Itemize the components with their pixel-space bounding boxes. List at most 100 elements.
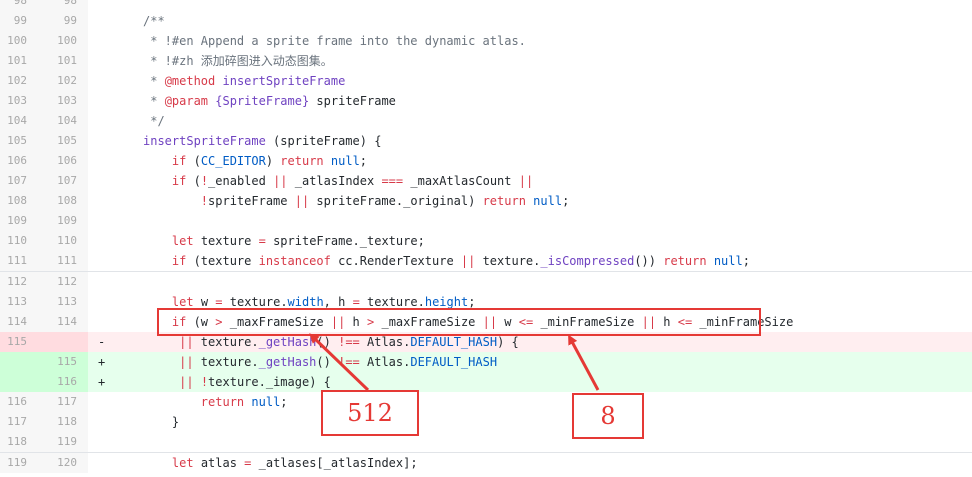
code-token: = — [352, 295, 360, 309]
code-token: () — [316, 355, 339, 369]
new-line-number[interactable]: 113 — [32, 292, 77, 312]
code-token: * !#en Append a sprite frame into the dy… — [143, 34, 526, 48]
new-line-number[interactable]: 98 — [32, 0, 77, 11]
diff-line-added: 115 + || texture._getHash() !== Atlas.DEF… — [0, 352, 972, 372]
new-line-number[interactable]: 115 — [32, 352, 77, 372]
code-token: || — [179, 335, 194, 349]
code-token: = — [258, 234, 266, 248]
code-token: let — [171, 295, 194, 309]
new-line-number[interactable]: 100 — [32, 31, 77, 51]
code-token: null — [251, 395, 281, 409]
old-line-number[interactable]: 111 — [0, 251, 27, 271]
old-line-number[interactable]: 99 — [0, 11, 27, 31]
diff-line: 109 109 — [0, 211, 972, 231]
old-line-number[interactable]: 102 — [0, 71, 27, 91]
code-token: return — [482, 194, 526, 208]
new-line-number[interactable]: 119 — [32, 432, 77, 452]
diff-line: 100 100 * !#en Append a sprite frame into… — [0, 31, 972, 51]
code-token: ( — [186, 174, 201, 188]
highlight-box — [157, 308, 761, 336]
old-line-number[interactable]: 116 — [0, 392, 27, 412]
new-line-number[interactable]: 106 — [32, 151, 77, 171]
new-line-number[interactable]: 102 — [32, 71, 77, 91]
code-line: if (CC_EDITOR) return null; — [143, 151, 367, 171]
new-line-number[interactable]: 108 — [32, 191, 77, 211]
code-token: _getHash — [258, 335, 317, 349]
old-line-number[interactable] — [0, 372, 27, 392]
old-line-number[interactable]: 108 — [0, 191, 27, 211]
code-token: if — [171, 254, 187, 268]
new-line-number[interactable]: 107 — [32, 171, 77, 191]
code-line: */ — [143, 111, 164, 131]
new-line-number[interactable]: 114 — [32, 312, 77, 332]
old-line-number[interactable]: 109 — [0, 211, 27, 231]
new-line-number[interactable]: 118 — [32, 412, 77, 432]
old-line-number[interactable]: 110 — [0, 231, 27, 251]
old-line-number[interactable]: 105 — [0, 131, 27, 151]
new-line-number[interactable] — [32, 332, 77, 352]
new-line-number[interactable]: 101 — [32, 51, 77, 71]
new-line-number[interactable]: 120 — [32, 453, 77, 473]
old-line-number[interactable]: 112 — [0, 272, 27, 292]
diff-line: 116 117 return null; — [0, 392, 972, 412]
code-token: ; — [468, 295, 476, 309]
old-line-number[interactable]: 113 — [0, 292, 27, 312]
diff-line: 101 101 * !#zh 添加碎图进入动态图集。 — [0, 51, 972, 71]
old-line-number[interactable]: 117 — [0, 412, 27, 432]
code-token: ! — [200, 174, 209, 188]
old-line-number[interactable] — [0, 352, 27, 372]
code-token: === — [381, 174, 404, 188]
new-line-number[interactable]: 105 — [32, 131, 77, 151]
new-line-number[interactable]: 104 — [32, 111, 77, 131]
code-token: spriteFrame._texture; — [265, 234, 425, 248]
new-line-number[interactable]: 112 — [32, 272, 77, 292]
old-line-number[interactable]: 104 — [0, 111, 27, 131]
code-token: !== — [338, 355, 360, 369]
code-token: @param — [164, 94, 209, 108]
old-line-number[interactable]: 103 — [0, 91, 27, 111]
new-line-number[interactable]: 109 — [32, 211, 77, 231]
old-line-number[interactable]: 118 — [0, 432, 27, 452]
code-token: || — [273, 174, 288, 188]
code-token: Atlas. — [359, 355, 411, 369]
code-token: texture._image) { — [208, 375, 331, 389]
code-token: if — [171, 174, 187, 188]
old-line-number[interactable]: 114 — [0, 312, 27, 332]
code-token: DEFAULT_HASH — [410, 335, 498, 349]
old-line-number[interactable]: 98 — [0, 0, 27, 11]
old-line-number[interactable]: 101 — [0, 51, 27, 71]
code-token: _atlases[_atlasIndex]; — [251, 456, 418, 470]
old-line-number[interactable]: 119 — [0, 453, 27, 473]
code-line: * !#zh 添加碎图进入动态图集。 — [143, 51, 333, 71]
code-line: || !texture._image) { — [143, 372, 331, 392]
code-token: = — [215, 295, 223, 309]
old-line-number[interactable]: 106 — [0, 151, 27, 171]
diff-view: 98 98 99 99/** 100 100 * !#en Append a sprite… — [0, 0, 972, 473]
plus-sign: + — [98, 375, 106, 389]
old-line-number[interactable]: 115 — [0, 332, 27, 352]
new-line-number[interactable]: 99 — [32, 11, 77, 31]
code-line: return null; — [143, 392, 288, 412]
code-token: cc.RenderTexture — [330, 254, 461, 268]
new-line-number[interactable]: 111 — [32, 251, 77, 271]
new-line-number[interactable]: 110 — [32, 231, 77, 251]
code-token: return — [663, 254, 707, 268]
code-token: ) { — [497, 335, 519, 349]
code-token: texture. — [475, 254, 541, 268]
new-line-number[interactable]: 116 — [32, 372, 77, 392]
code-token: ! — [200, 375, 209, 389]
code-token: null — [330, 154, 360, 168]
old-line-number[interactable]: 107 — [0, 171, 27, 191]
old-line-number[interactable]: 100 — [0, 31, 27, 51]
code-token: ! — [200, 194, 209, 208]
code-token: (spriteFrame) { — [265, 134, 382, 148]
diff-line: 107 107 if (!_enabled || _atlasIndex === … — [0, 171, 972, 191]
code-token: let — [171, 234, 194, 248]
new-line-number[interactable]: 117 — [32, 392, 77, 412]
new-line-number[interactable]: 103 — [32, 91, 77, 111]
